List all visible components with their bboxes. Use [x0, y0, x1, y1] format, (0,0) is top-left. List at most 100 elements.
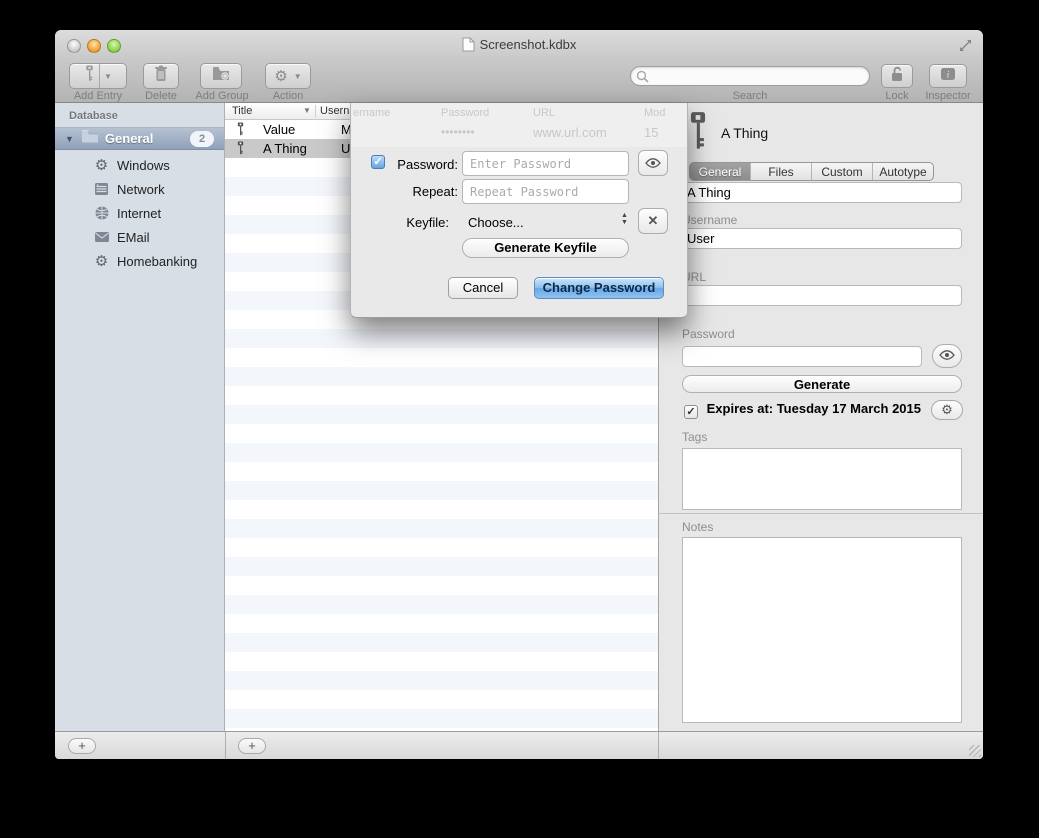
username-field[interactable]: [680, 228, 962, 249]
inspector-tabs: General Files Custom Autotype: [689, 162, 934, 181]
delete-button[interactable]: [143, 63, 179, 89]
ghost-mod-header: Mod: [644, 107, 665, 119]
sidebar-item-email[interactable]: EMail: [55, 225, 224, 249]
keyfile-popup[interactable]: Choose...: [468, 215, 524, 230]
stepper-icon[interactable]: ▲ ▼: [621, 212, 628, 226]
folder-plus-icon: [212, 66, 230, 86]
column-header-title[interactable]: Title: [232, 105, 252, 117]
key-icon: [236, 141, 245, 159]
show-password-button[interactable]: [932, 344, 962, 368]
sheet-ghost-overlay: ername Password URL Mod •••••••• www.url…: [351, 103, 687, 147]
sidebar-item-label: Homebanking: [117, 254, 197, 269]
tab-autotype[interactable]: Autotype: [873, 163, 933, 180]
add-group-label: Add Group: [187, 90, 257, 102]
inspector-button[interactable]: i: [929, 64, 967, 88]
url-field[interactable]: [680, 285, 962, 306]
window-chrome: Screenshot.kdbx ▼ Add Entry Delete: [55, 30, 983, 103]
ghost-url-header: URL: [533, 107, 555, 119]
gear-icon: ⚙: [274, 67, 287, 85]
window-title: Screenshot.kdbx: [480, 37, 577, 52]
sidebar-item-homebanking[interactable]: ⚙ Homebanking: [55, 249, 224, 273]
clear-keyfile-button[interactable]: ✕: [638, 208, 668, 234]
cancel-button[interactable]: Cancel: [448, 277, 518, 299]
ghost-password-value: ••••••••: [441, 125, 475, 139]
sidebar-item-label: Network: [117, 182, 165, 197]
eye-icon: [645, 156, 661, 171]
sheet-keyfile-label: Keyfile:: [379, 215, 449, 230]
expires-checkbox[interactable]: ✓: [684, 405, 698, 419]
tags-field[interactable]: [682, 448, 962, 510]
sidebar-item-label: Internet: [117, 206, 161, 221]
info-icon: i: [940, 67, 956, 86]
sidebar-item-label: EMail: [117, 230, 150, 245]
generate-keyfile-button[interactable]: Generate Keyfile: [462, 238, 629, 258]
sheet-repeat-label: Repeat:: [388, 184, 458, 199]
document-icon[interactable]: [462, 37, 475, 55]
envelope-icon: [93, 229, 110, 246]
generate-password-button[interactable]: Generate: [682, 375, 962, 393]
chevron-down-icon: ▼: [104, 72, 112, 81]
sheet-repeat-input[interactable]: [462, 179, 629, 204]
folder-icon: [81, 129, 99, 148]
fullscreen-icon[interactable]: [958, 38, 973, 58]
sheet-show-password-button[interactable]: [638, 150, 668, 176]
trash-icon: [154, 65, 168, 87]
sheet-password-label: Password:: [388, 157, 458, 172]
search-label: Search: [630, 90, 870, 102]
add-entry-button[interactable]: ▼: [69, 63, 127, 89]
app-window: Screenshot.kdbx ▼ Add Entry Delete: [55, 30, 983, 759]
action-button[interactable]: ⚙ ▼: [265, 63, 311, 89]
disclosure-triangle-icon[interactable]: ▼: [65, 134, 74, 144]
footer-divider: [225, 732, 226, 759]
desktop-background: Screenshot.kdbx ▼ Add Entry Delete: [0, 0, 1039, 838]
add-entry-footer-button[interactable]: +: [238, 738, 266, 754]
section-divider: [659, 513, 983, 514]
action-label: Action: [265, 90, 311, 102]
inspector-entry-title: A Thing: [721, 125, 768, 141]
gear-icon: ⚙: [93, 253, 110, 270]
sidebar-item-windows[interactable]: ⚙ Windows: [55, 153, 224, 177]
add-group-button[interactable]: [200, 63, 242, 89]
lock-button[interactable]: [881, 64, 913, 88]
chevron-down-icon: ▼: [294, 72, 302, 81]
sort-indicator-icon: ▼: [303, 106, 311, 115]
inspector-label: Inspector: [915, 90, 981, 102]
search-input[interactable]: [630, 66, 870, 86]
notes-field[interactable]: [682, 537, 962, 723]
search-icon: [636, 70, 649, 88]
ghost-url-value: www.url.com: [533, 125, 607, 140]
sidebar-group-badge: 2: [190, 131, 214, 147]
expires-settings-button[interactable]: ⚙: [931, 400, 963, 420]
server-icon: [93, 181, 110, 198]
tab-files[interactable]: Files: [751, 163, 812, 180]
gear-icon: ⚙: [93, 157, 110, 174]
sidebar-group-general[interactable]: ▼ General 2: [55, 127, 224, 150]
sidebar-item-internet[interactable]: Internet: [55, 201, 224, 225]
password-field[interactable]: [682, 346, 922, 367]
add-entry-label: Add Entry: [61, 90, 135, 102]
footer-divider: [658, 732, 659, 759]
sidebar-item-network[interactable]: Network: [55, 177, 224, 201]
entry-title: Value: [263, 122, 295, 137]
sheet-password-input[interactable]: [462, 151, 629, 176]
expires-label: Expires at: Tuesday 17 March 2015: [707, 401, 921, 416]
unlock-icon: [890, 66, 904, 87]
ghost-mod-value: 15: [644, 125, 658, 140]
sidebar-item-label: Windows: [117, 158, 170, 173]
password-enabled-checkbox[interactable]: ✓: [371, 155, 385, 169]
resize-grip[interactable]: [969, 745, 981, 757]
eye-icon: [939, 347, 955, 365]
title-field[interactable]: [680, 182, 962, 203]
sidebar-group-label: General: [105, 131, 153, 146]
key-icon: [236, 122, 245, 140]
gear-icon: ⚙: [941, 402, 953, 418]
notes-label: Notes: [682, 520, 713, 534]
split-divider: [99, 64, 100, 88]
column-divider[interactable]: [315, 105, 316, 118]
sidebar-section-header: Database: [69, 110, 118, 122]
change-password-button[interactable]: Change Password: [534, 277, 664, 299]
add-group-footer-button[interactable]: +: [68, 738, 96, 754]
window-title-bar: Screenshot.kdbx: [55, 37, 983, 55]
tab-custom[interactable]: Custom: [812, 163, 873, 180]
tab-general[interactable]: General: [690, 163, 751, 180]
